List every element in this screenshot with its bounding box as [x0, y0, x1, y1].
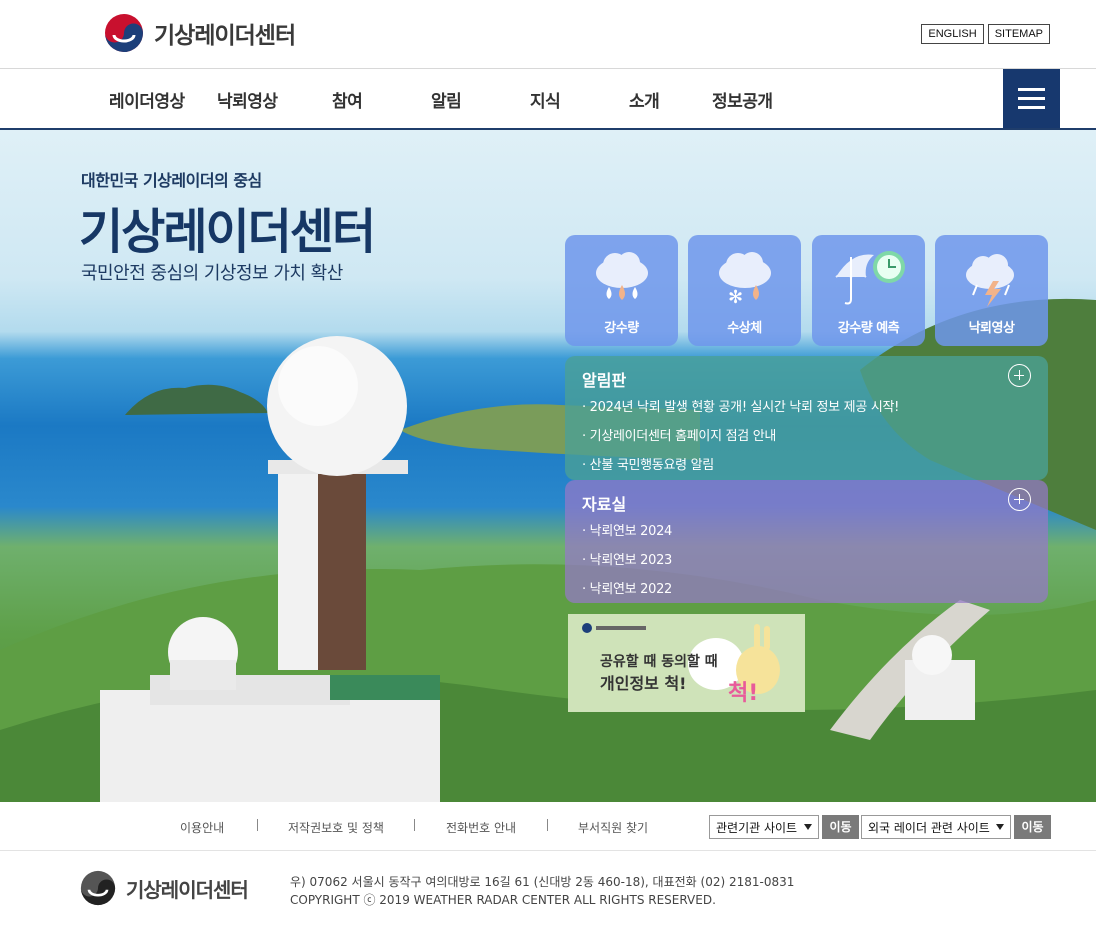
quick-menu-tiles: 강수량 ✻ 수상체 강수량 예측 낙뢰영상	[565, 235, 1048, 346]
svg-text:✻: ✻	[728, 287, 743, 308]
rain-cloud-icon	[596, 252, 648, 300]
notice-board-panel: 알림판 · 2024년 낙뢰 발생 현황 공개! 실시간 낙뢰 정보 제공 시작…	[565, 356, 1048, 480]
hero-title: 기상레이더센터	[79, 204, 376, 260]
snow-rain-cloud-icon: ✻	[719, 252, 771, 308]
notice-item[interactable]: · 산불 국민행동요령 알림	[582, 454, 899, 483]
foreign-radar-sites-select-value: 외국 레이더 관련 사이트	[868, 821, 990, 835]
divider	[414, 819, 415, 831]
tile-label: 강수량	[604, 321, 639, 336]
hamburger-line	[1018, 97, 1045, 100]
nav-item-lightning-image[interactable]: 낙뢰영상	[217, 87, 278, 112]
hamburger-line	[1018, 106, 1045, 109]
data-room-item[interactable]: · 낙뢰연보 2024	[582, 520, 672, 549]
phone-directory-link[interactable]: 전화번호 안내	[446, 819, 516, 836]
notice-item[interactable]: · 2024년 낙뢰 발생 현황 공개! 실시간 낙뢰 정보 제공 시작!	[582, 396, 899, 425]
nav-item-info-disclosure[interactable]: 정보공개	[712, 87, 773, 112]
notice-board-title[interactable]: 알림판	[582, 367, 626, 391]
data-room-more-plus-icon[interactable]	[1008, 488, 1031, 511]
footer-copyright: COPYRIGHT ⓒ 2019 WEATHER RADAR CENTER AL…	[290, 893, 716, 907]
data-room-item[interactable]: · 낙뢰연보 2023	[582, 549, 672, 578]
footer-site-name: 기상레이더센터	[126, 877, 249, 902]
privacy-banner[interactable]: 척! 공유할 때 동의할 때 개인정보 척!	[568, 614, 805, 712]
notice-more-plus-icon[interactable]	[1008, 364, 1031, 387]
hero-subtitle: 대한민국 기상레이더의 중심	[81, 171, 262, 190]
sitemap-link[interactable]: SITEMAP	[987, 24, 1050, 44]
divider	[547, 819, 548, 831]
copyright-policy-link[interactable]: 저작권보호 및 정책	[288, 819, 384, 836]
tile-lightning-image[interactable]: 낙뢰영상	[935, 235, 1048, 346]
related-sites-go-button[interactable]: 이동	[822, 815, 859, 839]
foreign-sites-go-button[interactable]: 이동	[1014, 815, 1051, 839]
related-sites-select-value: 관련기관 사이트	[716, 821, 798, 835]
terms-of-use-link[interactable]: 이용안내	[180, 819, 224, 836]
divider	[257, 819, 258, 831]
nav-item-radar-image[interactable]: 레이더영상	[109, 87, 185, 112]
banner-text-line2: 개인정보 척!	[600, 674, 687, 693]
data-room-title[interactable]: 자료실	[582, 491, 626, 515]
nav-item-about[interactable]: 소개	[629, 87, 660, 112]
chevron-down-icon	[996, 824, 1004, 830]
nav-item-knowledge[interactable]: 지식	[530, 87, 561, 112]
taegeuk-logo-icon	[105, 14, 143, 52]
notice-item[interactable]: · 기상레이더센터 홈페이지 점검 안내	[582, 425, 899, 454]
site-header: 기상레이더센터 ENGLISH SITEMAP	[0, 0, 1096, 69]
svg-text:척!: 척!	[728, 681, 758, 706]
umbrella-clock-icon	[835, 251, 905, 305]
tile-label: 강수량 예측	[837, 321, 900, 336]
footer-logo: 기상레이더센터	[80, 870, 249, 906]
data-room-panel: 자료실 · 낙뢰연보 2024 · 낙뢰연보 2023 · 낙뢰연보 2022	[565, 480, 1048, 603]
site-logo[interactable]: 기상레이더센터	[104, 13, 296, 53]
footer-address: 우) 07062 서울시 동작구 여의대방로 16길 61 (신대방 2동 46…	[290, 875, 795, 889]
hamburger-menu-button[interactable]	[1003, 69, 1060, 128]
tile-precipitation[interactable]: 강수량	[565, 235, 678, 346]
tile-label: 수상체	[727, 321, 762, 336]
footer-logo-icon	[80, 870, 116, 906]
related-sites-select[interactable]: 관련기관 사이트	[709, 815, 819, 839]
nav-item-notice[interactable]: 알림	[431, 87, 462, 112]
english-link[interactable]: ENGLISH	[921, 24, 984, 44]
site-name: 기상레이더센터	[154, 23, 296, 49]
notice-list: · 2024년 낙뢰 발생 현황 공개! 실시간 낙뢰 정보 제공 시작! · …	[582, 396, 899, 483]
chevron-down-icon	[804, 824, 812, 830]
data-room-item[interactable]: · 낙뢰연보 2022	[582, 578, 672, 607]
tile-hydrometeor[interactable]: ✻ 수상체	[688, 235, 801, 346]
foreign-radar-sites-select[interactable]: 외국 레이더 관련 사이트	[861, 815, 1011, 839]
hero-description: 국민안전 중심의 기상정보 가치 확산	[81, 263, 343, 284]
data-room-list: · 낙뢰연보 2024 · 낙뢰연보 2023 · 낙뢰연보 2022	[582, 520, 672, 607]
footer-info: 기상레이더센터 우) 07062 서울시 동작구 여의대방로 16길 61 (신…	[0, 851, 1096, 930]
main-nav: 레이더영상 낙뢰영상 참여 알림 지식 소개 정보공개	[0, 69, 1096, 130]
hamburger-icon	[1018, 88, 1045, 91]
tile-precipitation-forecast[interactable]: 강수량 예측	[812, 235, 925, 346]
hero-section: 대한민국 기상레이더의 중심 기상레이더센터 국민안전 중심의 기상정보 가치 …	[0, 130, 1096, 802]
footer-nav: 이용안내 저작권보호 및 정책 전화번호 안내 부서직원 찾기 관련기관 사이트…	[0, 802, 1096, 851]
nav-item-participation[interactable]: 참여	[332, 87, 363, 112]
lightning-cloud-icon	[966, 254, 1014, 307]
tile-label: 낙뢰영상	[968, 321, 1015, 336]
banner-text-line1: 공유할 때 동의할 때	[600, 654, 718, 670]
staff-search-link[interactable]: 부서직원 찾기	[578, 819, 648, 836]
utility-links: ENGLISH SITEMAP	[921, 24, 1050, 44]
